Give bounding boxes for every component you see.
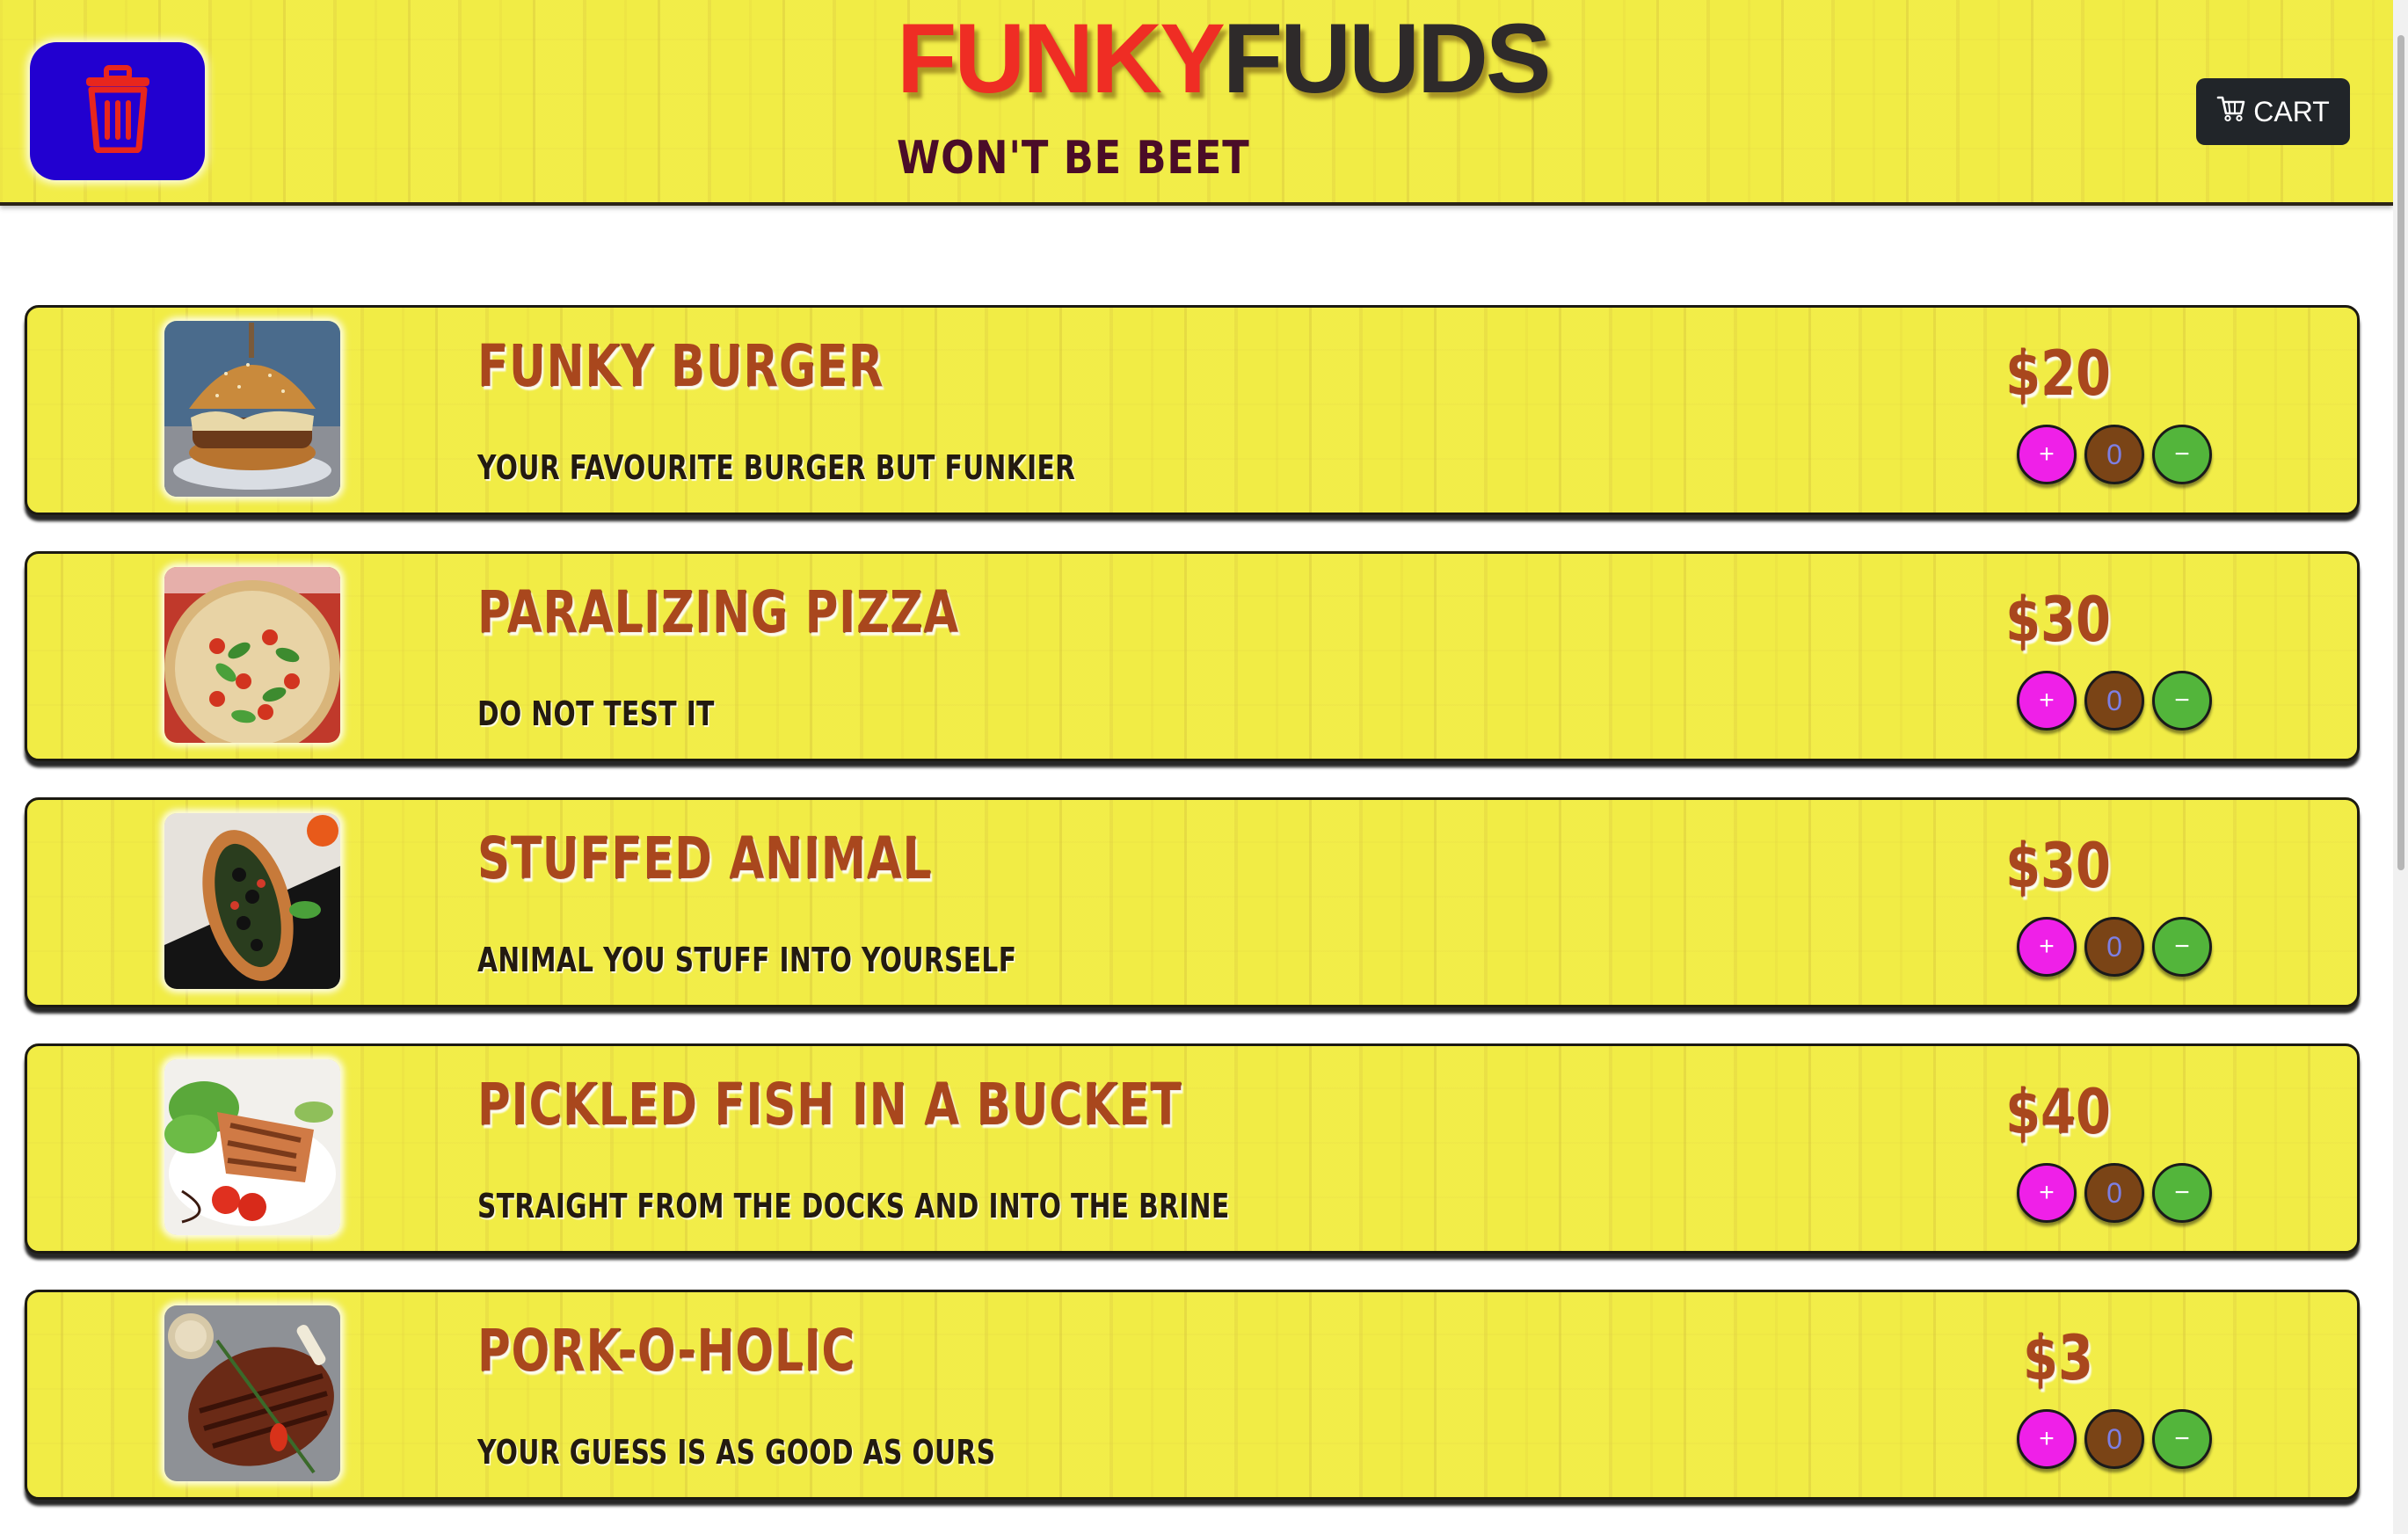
pizza-image bbox=[164, 567, 340, 743]
stuffed-bread-image bbox=[164, 813, 340, 989]
quantity-stepper: + 0 − bbox=[2017, 1409, 2212, 1469]
pork-ribs-image bbox=[164, 1305, 340, 1481]
item-title: PARALIZING PIZZA bbox=[477, 578, 959, 646]
menu-item-card: STUFFED ANIMAL ANIMAL YOU STUFF INTO YOU… bbox=[25, 797, 2360, 1007]
quantity-value: 0 bbox=[2084, 1409, 2144, 1469]
increment-button[interactable]: + bbox=[2017, 425, 2077, 484]
item-description: STRAIGHT FROM THE DOCKS AND INTO THE BRI… bbox=[477, 1187, 1230, 1225]
item-description: DO NOT TEST IT bbox=[477, 694, 715, 733]
decrement-button[interactable]: − bbox=[2152, 671, 2212, 731]
increment-button[interactable]: + bbox=[2017, 1409, 2077, 1469]
trash-icon bbox=[83, 65, 153, 157]
scrollbar[interactable] bbox=[2393, 0, 2408, 1534]
item-title: PICKLED FISH IN A BUCKET bbox=[477, 1071, 1182, 1138]
brand-part-funky: FUNKY bbox=[897, 4, 1226, 113]
quantity-value: 0 bbox=[2084, 671, 2144, 731]
item-description: ANIMAL YOU STUFF INTO YOURSELF bbox=[477, 941, 1017, 979]
item-price: $30 bbox=[2005, 584, 2111, 656]
menu-item-card: PORK-O-HOLIC YOUR GUESS IS AS GOOD AS OU… bbox=[25, 1290, 2360, 1500]
quantity-value: 0 bbox=[2084, 425, 2144, 484]
menu-item-card: FUNKY BURGER YOUR FAVOURITE BURGER BUT F… bbox=[25, 305, 2360, 515]
brand-part-fuuds: FUUDS bbox=[1222, 4, 1552, 113]
increment-button[interactable]: + bbox=[2017, 1163, 2077, 1223]
item-price: $30 bbox=[2005, 830, 2111, 902]
decrement-button[interactable]: − bbox=[2152, 1163, 2212, 1223]
increment-button[interactable]: + bbox=[2017, 671, 2077, 731]
menu-item-card: PICKLED FISH IN A BUCKET STRAIGHT FROM T… bbox=[25, 1043, 2360, 1254]
item-title: PORK-O-HOLIC bbox=[477, 1317, 855, 1385]
item-title: STUFFED ANIMAL bbox=[477, 825, 933, 892]
quantity-stepper: + 0 − bbox=[2017, 917, 2212, 977]
burger-image bbox=[164, 321, 340, 497]
salmon-image bbox=[164, 1059, 340, 1235]
item-price: $40 bbox=[2005, 1076, 2111, 1148]
header: FUNKYFUUDS WON'T BE BEET CART bbox=[0, 0, 2393, 206]
menu-item-card: PARALIZING PIZZA DO NOT TEST IT $30 + 0 … bbox=[25, 551, 2360, 761]
cart-label: CART bbox=[2253, 95, 2330, 127]
tagline: WON'T BE BEET bbox=[897, 132, 1250, 185]
quantity-value: 0 bbox=[2084, 1163, 2144, 1223]
scrollbar-thumb[interactable] bbox=[2397, 35, 2404, 870]
item-title: FUNKY BURGER bbox=[477, 332, 884, 400]
increment-button[interactable]: + bbox=[2017, 917, 2077, 977]
clear-cart-button[interactable] bbox=[30, 42, 205, 180]
decrement-button[interactable]: − bbox=[2152, 917, 2212, 977]
cart-icon bbox=[2216, 94, 2246, 129]
quantity-stepper: + 0 − bbox=[2017, 425, 2212, 484]
item-description: YOUR GUESS IS AS GOOD AS OURS bbox=[477, 1433, 996, 1472]
cart-button[interactable]: CART bbox=[2196, 78, 2350, 145]
decrement-button[interactable]: − bbox=[2152, 1409, 2212, 1469]
brand-logo: FUNKYFUUDS bbox=[897, 2, 1552, 116]
quantity-stepper: + 0 − bbox=[2017, 1163, 2212, 1223]
quantity-value: 0 bbox=[2084, 917, 2144, 977]
item-price: $3 bbox=[2023, 1322, 2093, 1394]
item-price: $20 bbox=[2005, 338, 2111, 410]
quantity-stepper: + 0 − bbox=[2017, 671, 2212, 731]
decrement-button[interactable]: − bbox=[2152, 425, 2212, 484]
item-description: YOUR FAVOURITE BURGER BUT FUNKIER bbox=[477, 448, 1076, 487]
